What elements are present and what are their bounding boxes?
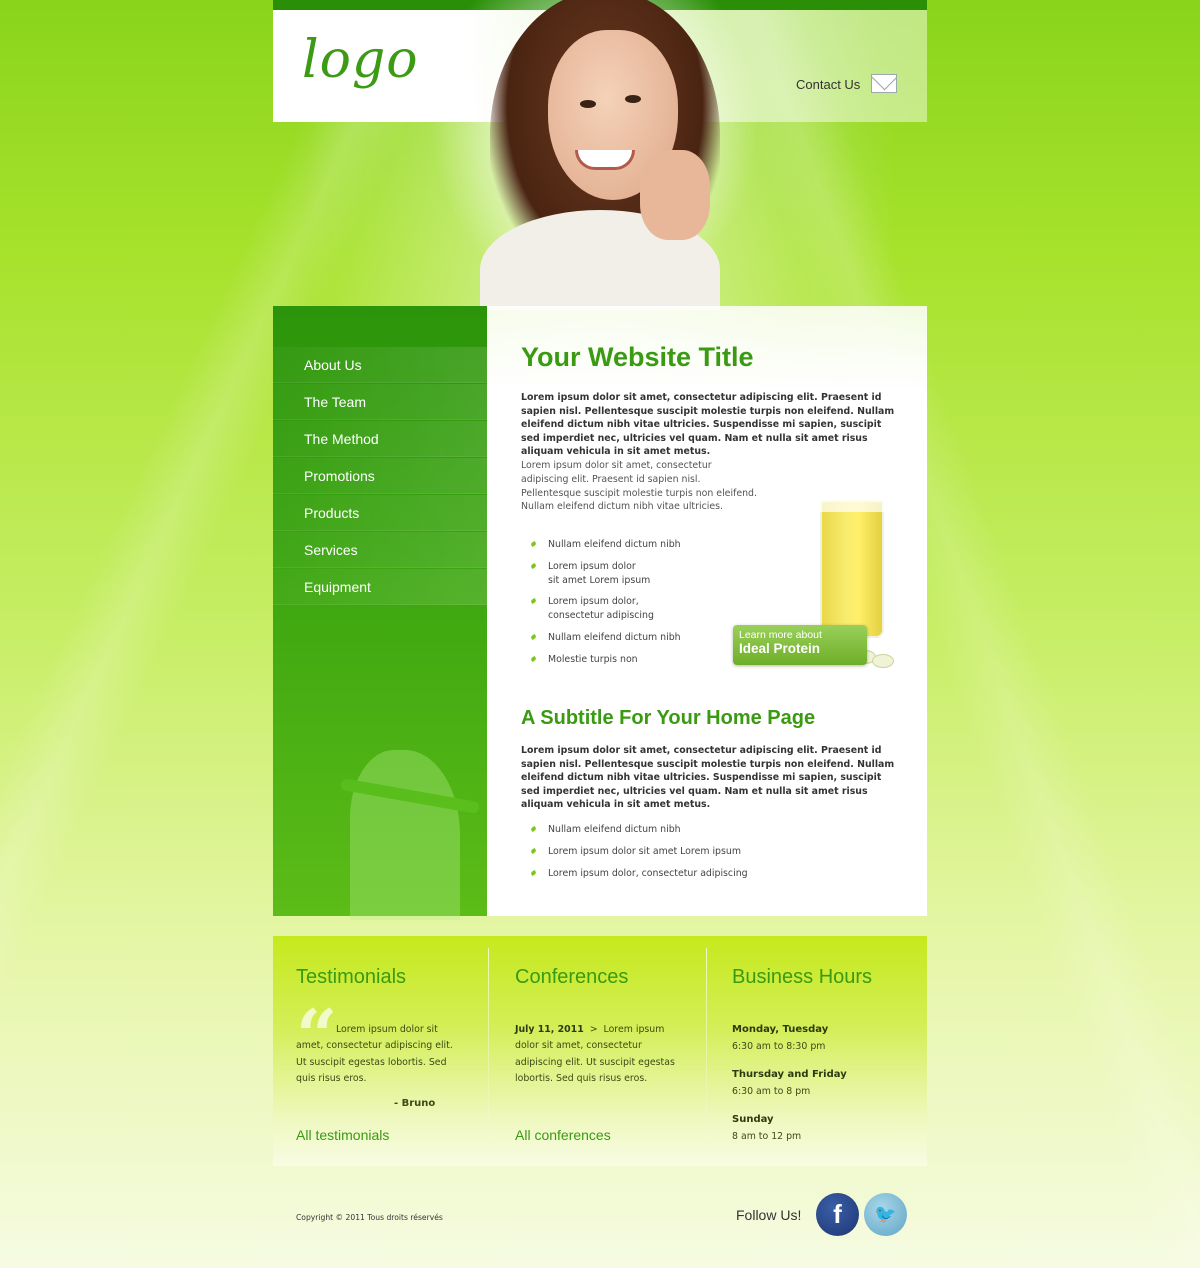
nav-item-services[interactable]: Services (273, 532, 487, 568)
page-subtitle: A Subtitle For Your Home Page (521, 707, 816, 729)
nav-item-products[interactable]: Products (273, 495, 487, 531)
conferences-heading: Conferences (515, 966, 629, 988)
hero-image (430, 0, 760, 310)
follow-us-label: Follow Us! (736, 1207, 802, 1223)
panel-divider (706, 948, 707, 1148)
hero-eye-left (580, 100, 596, 108)
hero-hand (640, 150, 710, 240)
list-item: Nullam eleifend dictum nibh (531, 631, 681, 645)
hours-time: 8 am to 12 pm (732, 1131, 802, 1142)
juice-glass-image (820, 500, 884, 638)
business-hours-heading: Business Hours (732, 966, 873, 988)
slice (872, 654, 894, 668)
hours-time: 6:30 am to 8 pm (732, 1086, 811, 1097)
list-item: Lorem ipsum dolor, consectetur adipiscin… (531, 595, 681, 623)
intro-bold-text: Lorem ipsum dolor sit amet, consectetur … (521, 392, 895, 458)
nav-item-the-team[interactable]: The Team (273, 384, 487, 420)
sidebar-silhouette-image (300, 690, 480, 920)
feature-list-1: Nullam eleifend dictum nibh Lorem ipsum … (531, 538, 681, 667)
nav-item-promotions[interactable]: Promotions (273, 458, 487, 494)
promo-line-1: Learn more about (739, 629, 822, 641)
mail-icon[interactable] (871, 74, 897, 93)
nav-item-equipment[interactable]: Equipment (273, 569, 487, 605)
list-item: Lorem ipsum dolor, consectetur adipiscin… (531, 867, 748, 881)
hours-day: Sunday (732, 1114, 774, 1125)
facebook-icon[interactable]: f (816, 1193, 859, 1236)
testimonial-author: - Bruno (394, 1098, 436, 1109)
intro-text: Lorem ipsum dolor sit amet, consectetur … (521, 460, 757, 513)
testimonial-text: Lorem ipsum dolor sit amet, consectetur … (296, 1024, 453, 1085)
list-item: Molestie turpis non (531, 653, 681, 667)
panel-divider (488, 948, 489, 1148)
hours-day: Monday, Tuesday (732, 1024, 829, 1035)
copyright-text: Copyright © 2011 Tous droits réservés (296, 1213, 443, 1222)
page-title: Your Website Title (521, 342, 754, 372)
twitter-icon[interactable]: 🐦 (864, 1193, 907, 1236)
all-testimonials-link[interactable]: All testimonials (296, 1127, 389, 1143)
logo[interactable]: logo (302, 30, 419, 90)
hours-day: Thursday and Friday (732, 1069, 847, 1080)
feature-list-2: Nullam eleifend dictum nibh Lorem ipsum … (531, 823, 748, 880)
list-item: Nullam eleifend dictum nibh (531, 538, 681, 552)
list-item: Nullam eleifend dictum nibh (531, 823, 748, 837)
conference-entry: July 11, 2011 > Lorem ipsum dolor sit am… (515, 1022, 675, 1088)
nav-item-the-method[interactable]: The Method (273, 421, 487, 457)
testimonials-heading: Testimonials (296, 966, 407, 988)
hero-eye-right (625, 95, 641, 103)
contact-us-link[interactable]: Contact Us (796, 77, 860, 92)
conference-separator: > (589, 1024, 598, 1035)
all-conferences-link[interactable]: All conferences (515, 1127, 611, 1143)
hours-time: 6:30 am to 8:30 pm (732, 1041, 826, 1052)
conference-date: July 11, 2011 (515, 1024, 584, 1035)
list-item: Lorem ipsum dolor sit amet Lorem ipsum (531, 845, 748, 859)
promo-line-2: Ideal Protein (739, 641, 821, 656)
ideal-protein-promo-button[interactable]: Learn more about Ideal Protein (733, 625, 867, 665)
silhouette-waist (350, 750, 460, 920)
subtitle-bold-text: Lorem ipsum dolor sit amet, consectetur … (521, 745, 895, 811)
nav-item-about-us[interactable]: About Us (273, 347, 487, 383)
list-item: Lorem ipsum dolor sit amet Lorem ipsum (531, 560, 681, 588)
